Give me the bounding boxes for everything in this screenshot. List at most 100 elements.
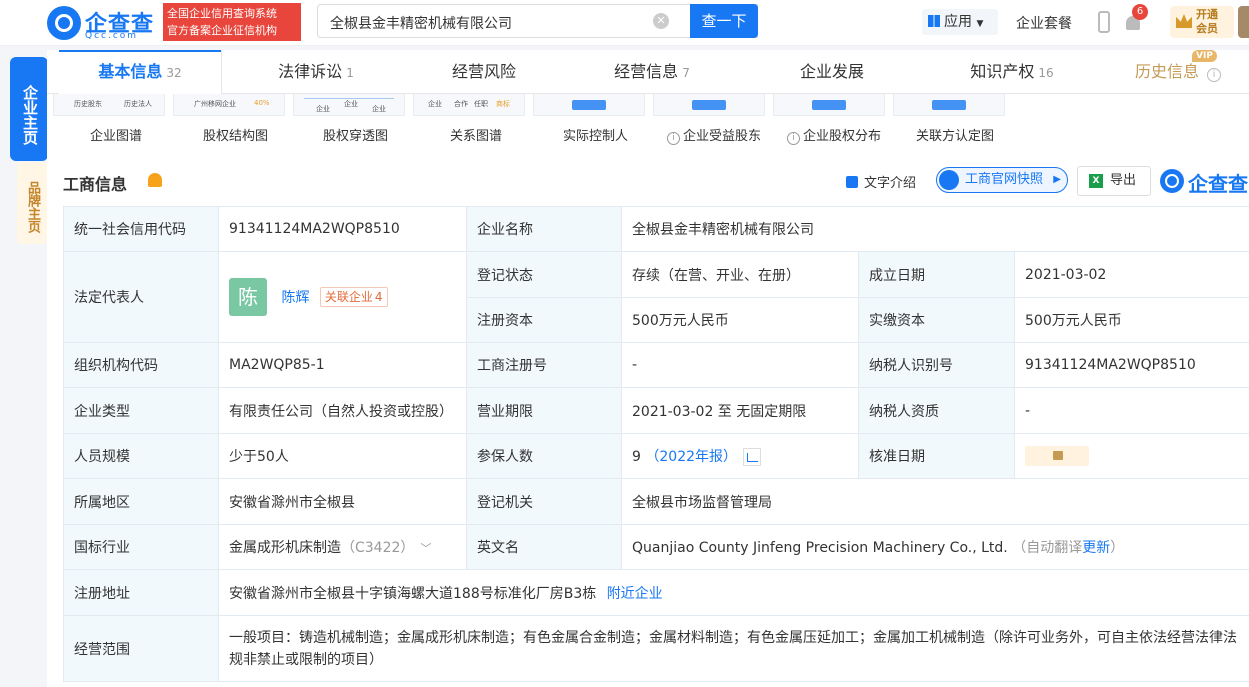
qcc-logo[interactable]: 企查查 Qcc.com [47,6,159,41]
field-label: 参保人数 [466,433,622,479]
subscribe-bell-icon[interactable] [148,173,162,187]
tab-label: 历史信息 [1134,62,1199,81]
trend-chart-icon[interactable] [743,448,762,466]
graph-label-related-party[interactable]: 关联方认定图 [916,125,994,144]
document-icon [846,176,858,188]
nearby-companies-link[interactable]: 附近企业 [607,586,663,602]
text-intro-button[interactable]: 文字介绍 [846,172,916,191]
table-row: 人员规模 少于50人 参保人数 9 （2022年报） 核准日期 [63,433,1249,479]
field-label: 企业名称 [466,206,622,252]
section-title: 工商信息 [63,175,128,194]
legal-rep-avatar[interactable]: 陈 [229,278,267,316]
field-label: 注册地址 [63,569,219,616]
graph-card-equity-penetration[interactable]: 企业 企业 企业 [293,94,405,116]
logo-subtext: Qcc.com [85,31,139,41]
tab-count: 16 [1038,66,1054,80]
field-label: 统一社会信用代码 [63,206,219,252]
info-icon: i [1207,68,1221,82]
company-home-tab[interactable]: 企业主页 [10,57,48,161]
tab-label: 企业发展 [799,62,864,81]
field-label: 纳税人识别号 [858,342,1015,388]
section-tabs: 基本信息 32 法律诉讼 1 经营风险 经营信息 7 企业发展 知识产权 16 历史信息… [47,50,1249,94]
company-name-value: 全椒县金丰精密机械有限公司 [620,206,1249,252]
user-avatar[interactable] [1238,6,1249,38]
brand-home-tab[interactable]: 品牌主页 [17,162,47,244]
clear-icon[interactable]: ✕ [653,13,669,29]
graph-card-enterprise[interactable]: 历史股东 历史法人 [53,94,165,116]
graph-card-relationship[interactable]: 企业 合作 任职 商标 [413,94,525,116]
table-row: 组织机构代码 MA2WQP85-1 工商注册号 - 纳税人识别号 9134112… [63,342,1249,388]
tab-legal[interactable]: 法律诉讼 1 [221,50,411,94]
camera-icon [939,170,959,190]
graph-label-relationship[interactable]: 关系图谱 [450,125,502,144]
field-label: 组织机构代码 [63,342,219,388]
credit-code-value: 91341124MA2WQP8510 [218,206,467,252]
mini-text: 任职 [474,100,488,108]
field-label: 所属地区 [63,478,219,525]
biz-reg-no-value: - [621,342,859,388]
table-row: 国标行业 金属成形机床制造（C3422） ﹀ 英文名 Quanjiao Count… [63,524,1249,570]
field-label: 成立日期 [858,251,1015,298]
tab-count: 32 [166,66,182,80]
graph-card-equity-distribution[interactable] [773,94,885,116]
chevron-down-icon[interactable]: ﹀ [420,540,431,556]
table-row: 企业类型 有限责任公司（自然人投资或控股） 营业期限 2021-03-02 至 … [63,387,1249,434]
graph-label-controller[interactable]: 实际控制人 [563,125,628,144]
graph-label-equity-penetration[interactable]: 股权穿透图 [323,125,388,144]
mini-text: 历史股东 [74,100,102,108]
graph-card-beneficiary[interactable] [653,94,765,116]
export-button[interactable]: X 导出 [1077,166,1151,196]
mini-text: 历史法人 [124,100,152,108]
taxpayer-id-value: 91341124MA2WQP8510 [1013,342,1249,388]
staff-value: 少于50人 [218,433,467,479]
approve-date-cell [1013,433,1249,479]
notification-count-badge: 6 [1132,4,1148,20]
logo-mark-icon [1160,169,1184,193]
graph-label-equity-structure[interactable]: 股权结构图 [203,125,268,144]
graph-label-equity-distribution[interactable]: i 企业股权分布 [787,125,881,145]
authority-value: 全椒县市场监督管理局 [620,478,1249,525]
official-snapshot-button[interactable]: 工商官网快照 ▶ [936,167,1068,193]
industry-value: 金属成形机床制造 [229,540,341,556]
field-label: 国标行业 [63,524,219,570]
tab-operating-info[interactable]: 经营信息 7 [557,50,747,94]
graph-card-related-party[interactable] [893,94,1005,116]
tab-label: 知识产权 [970,62,1035,81]
legal-rep-link[interactable]: 陈辉 [281,290,309,306]
tab-operating-risk[interactable]: 经营风险 [411,50,557,94]
business-info-table: 统一社会信用代码 91341124MA2WQP8510 企业名称 全椒县金丰精密… [63,206,1249,682]
graph-label-enterprise[interactable]: 企业图谱 [90,125,142,144]
graph-card-equity-structure[interactable]: 广州移网企业 40% [173,94,285,116]
main-panel: 基本信息 32 法律诉讼 1 经营风险 经营信息 7 企业发展 知识产权 16 历史信息… [47,50,1249,687]
industry-cell[interactable]: 金属成形机床制造（C3422） ﹀ [218,524,467,570]
tab-label: 经营风险 [451,62,516,81]
table-row: 所属地区 安徽省滁州市全椒县 登记机关 全椒县市场监督管理局 [63,478,1249,525]
english-name-cell: Quanjiao County Jinfeng Precision Machin… [620,524,1249,570]
field-label: 企业类型 [63,387,219,434]
update-translation-link[interactable]: 更新 [1082,540,1110,556]
graph-card-controller[interactable] [533,94,645,116]
mini-text: 40% [254,99,270,107]
tab-ip[interactable]: 知识产权 16 [917,50,1107,94]
field-label: 注册资本 [466,297,622,343]
annual-report-link[interactable]: （2022年报） [645,449,737,465]
graph-label-beneficiary[interactable]: i 企业受益股东 [667,125,761,145]
field-label: 登记状态 [466,251,622,298]
vip-lock-icon[interactable] [1025,446,1089,466]
related-companies-tag[interactable]: 关联企业 4 [319,287,388,307]
app-menu-button[interactable]: 应用 ▼ [922,9,998,35]
tab-development[interactable]: 企业发展 [747,50,917,94]
field-label: 经营范围 [63,615,219,682]
tab-history[interactable]: 历史信息 i [1107,50,1249,94]
org-code-value: MA2WQP85-1 [218,342,467,388]
package-link[interactable]: 企业套餐 [1016,13,1072,33]
tab-basic-info[interactable]: 基本信息 32 [59,50,221,94]
watermark-text: 企查查 [1188,172,1248,196]
open-vip-button[interactable]: 开通 会员 [1170,6,1234,38]
mini-text: 商标 [496,100,510,108]
mini-node [812,100,846,110]
search-button[interactable]: 查一下 [690,4,758,38]
field-label: 营业期限 [466,387,622,434]
reg-capital-value: 500万元人民币 [621,297,859,343]
mobile-icon[interactable] [1098,11,1110,33]
